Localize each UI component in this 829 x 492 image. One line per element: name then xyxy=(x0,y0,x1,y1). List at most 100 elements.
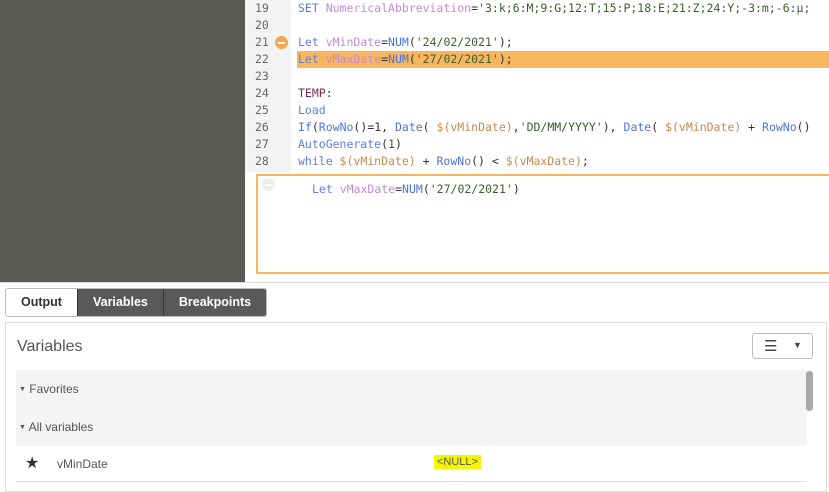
code-token: , xyxy=(512,120,520,134)
code-token: NumericalAbbreviation xyxy=(325,1,472,15)
code-token: RowNo xyxy=(318,120,354,134)
tab-breakpoints[interactable]: Breakpoints xyxy=(162,289,267,316)
code-token: ( xyxy=(408,35,416,49)
code-editor[interactable]: 19 SET NumericalAbbreviation='3:k;6:M;9:G… xyxy=(245,0,829,172)
code-token: vMaxDate xyxy=(339,182,396,196)
line-number: 23 xyxy=(255,69,269,83)
code-line[interactable]: 22 Let vMaxDate=NUM('27/02/2021'); xyxy=(245,51,829,68)
code-token: = xyxy=(381,35,389,49)
tab-output[interactable]: Output xyxy=(6,289,77,316)
scrollbar[interactable] xyxy=(806,371,813,411)
line-number: 28 xyxy=(255,154,269,168)
line-number: 21 xyxy=(255,35,269,49)
code-text: SET NumericalAbbreviation='3:k;6:M;9:G;1… xyxy=(298,0,810,17)
caret-down-icon: ▼ xyxy=(19,423,26,431)
code-token: 'DD/MM/YYYY' xyxy=(519,120,603,134)
code-token: $(vMaxDate) xyxy=(505,154,582,168)
code-text: while $(vMinDate) + RowNo() < $(vMaxDate… xyxy=(298,153,589,170)
code-token: NUM xyxy=(388,52,409,66)
code-token: $(vMinDate) xyxy=(665,120,742,134)
code-token: '27/02/2021' xyxy=(415,52,499,66)
code-token: '24/02/2021' xyxy=(415,35,499,49)
code-token: '27/02/2021' xyxy=(429,182,513,196)
code-token: If xyxy=(298,120,312,134)
variables-panel: Variables ☰ ▼ ▼ Favorites ▼ All variables… xyxy=(5,322,827,492)
hamburger-icon: ☰ xyxy=(764,338,778,355)
code-token: () xyxy=(796,120,811,134)
code-token: AutoGenerate xyxy=(298,137,382,151)
inspect-code: Let vMaxDate=NUM('27/02/2021') xyxy=(312,182,520,196)
code-line[interactable]: 21 Let vMinDate=NUM('24/02/2021'); xyxy=(245,34,829,51)
code-token: ), xyxy=(602,120,624,134)
code-token: $(vMinDate) xyxy=(339,154,416,168)
breakpoint-icon[interactable] xyxy=(275,36,288,49)
code-token: Date xyxy=(623,120,652,134)
code-text: Load xyxy=(298,102,326,119)
left-panel xyxy=(0,0,245,282)
code-token: Date xyxy=(394,120,423,134)
line-number: 24 xyxy=(255,86,269,100)
code-line[interactable]: 26 If(RowNo()=1, Date( $(vMinDate),'DD/MM… xyxy=(245,119,829,136)
caret-down-icon: ▼ xyxy=(19,385,26,393)
code-line[interactable]: 25 Load xyxy=(245,102,829,119)
code-token: ( xyxy=(422,182,430,196)
code-token: TEMP xyxy=(298,86,326,100)
code-token: $(vMinDate) xyxy=(436,120,513,134)
code-token: ) xyxy=(394,137,402,151)
code-token: RowNo xyxy=(436,154,472,168)
variables-list: ▼ Favorites ▼ All variables ★ vMinDate <… xyxy=(16,370,807,482)
code-token: SET xyxy=(298,1,326,15)
star-icon[interactable]: ★ xyxy=(25,453,39,473)
code-token: vMaxDate xyxy=(325,52,382,66)
group-all-variables[interactable]: ▼ All variables xyxy=(16,408,807,446)
variable-row[interactable]: ★ vMinDate <NULL> xyxy=(16,446,807,482)
group-label: All variables xyxy=(28,420,94,434)
code-token: Load xyxy=(298,103,326,117)
code-token: ( xyxy=(381,137,389,151)
variable-value: <NULL> xyxy=(434,455,481,469)
code-token: ( xyxy=(422,120,437,134)
code-token: : xyxy=(325,86,333,100)
code-line[interactable]: 19 SET NumericalAbbreviation='3:k;6:M;9:G… xyxy=(245,0,829,17)
group-label: Favorites xyxy=(29,382,79,396)
code-token: '3:k;6:M;9:G;12:T;15:P;18:E;21:Z;24:Y;-3… xyxy=(478,1,811,15)
code-token: while xyxy=(298,154,340,168)
debug-tabs: Output Variables Breakpoints xyxy=(5,288,268,317)
code-token: () < xyxy=(471,154,506,168)
code-token: ); xyxy=(498,52,513,66)
code-token: Let xyxy=(298,35,326,49)
code-line[interactable]: 20 xyxy=(245,17,829,34)
code-text: AutoGenerate(1) xyxy=(298,136,402,153)
code-line[interactable]: 24 TEMP: xyxy=(245,85,829,102)
code-line[interactable]: 28 while $(vMinDate) + RowNo() < $(vMaxDa… xyxy=(245,153,829,170)
code-text: TEMP: xyxy=(298,85,333,102)
code-token: vMinDate xyxy=(325,35,382,49)
code-token: ; xyxy=(581,154,589,168)
code-line[interactable]: 23 xyxy=(245,68,829,85)
code-text: Let vMinDate=NUM('24/02/2021'); xyxy=(298,34,513,51)
code-token: NUM xyxy=(402,182,423,196)
line-number: 27 xyxy=(255,137,269,151)
code-token: Let xyxy=(298,52,326,66)
code-token: ) xyxy=(512,182,520,196)
view-menu-button[interactable]: ☰ ▼ xyxy=(752,333,813,359)
code-text: Let vMaxDate=NUM('27/02/2021'); xyxy=(298,51,829,68)
group-favorites[interactable]: ▼ Favorites xyxy=(16,370,807,408)
breakpoint-icon[interactable] xyxy=(262,178,275,191)
tab-variables[interactable]: Variables xyxy=(76,289,163,316)
code-token: ); xyxy=(498,35,513,49)
code-token: RowNo xyxy=(762,120,797,134)
variable-name: vMinDate xyxy=(57,457,108,471)
panel-title: Variables xyxy=(17,338,83,355)
line-number: 19 xyxy=(255,1,269,15)
code-token: = xyxy=(471,1,479,15)
line-number: 20 xyxy=(255,18,269,32)
line-number: 25 xyxy=(255,103,269,117)
code-token: + xyxy=(415,154,437,168)
code-token: + xyxy=(741,120,763,134)
code-token: ()=1, xyxy=(353,120,395,134)
code-token: Let xyxy=(312,182,340,196)
code-line[interactable]: 27 AutoGenerate(1) xyxy=(245,136,829,153)
code-token: ( xyxy=(651,120,666,134)
expression-inspector[interactable]: Let vMaxDate=NUM('27/02/2021') xyxy=(256,174,829,274)
